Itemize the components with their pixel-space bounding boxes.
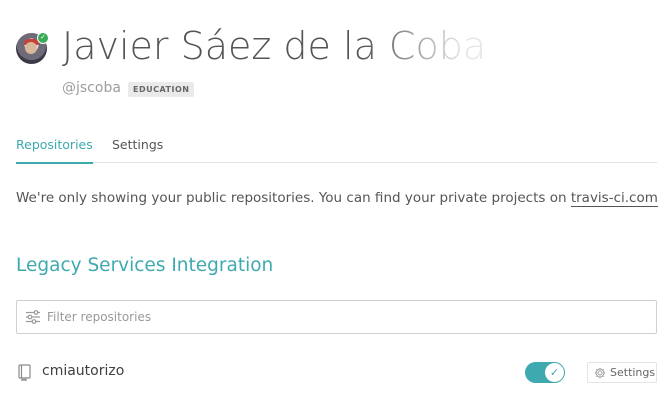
filter-icon [26,310,40,324]
check-icon: ✓ [37,32,49,44]
profile-handle: @jscoba [62,80,121,96]
travis-ci-com-link[interactable]: travis-ci.com [570,190,658,207]
filter-box [16,300,657,334]
repository-name[interactable]: cmiautorizo [42,363,124,379]
profile-tabs: Repositories Settings [16,130,657,164]
filter-repositories-input[interactable] [45,301,645,333]
tab-settings[interactable]: Settings [112,137,163,152]
public-repos-notice: We're only showing your public repositor… [16,190,663,207]
education-badge: EDUCATION [128,82,195,97]
avatar-face [25,42,37,54]
gear-icon [594,367,606,379]
profile-name: Javier Sáez de la Coba [62,24,487,68]
repository-active-toggle[interactable]: ✓ [525,362,565,383]
repository-icon [18,364,31,381]
repository-settings-button[interactable]: Settings [587,362,657,383]
repository-settings-label: Settings [610,366,656,379]
avatar[interactable]: ✓ [16,32,49,64]
check-icon: ✓ [545,363,564,382]
notice-text: We're only showing your public repositor… [16,190,567,206]
section-title: Legacy Services Integration [16,255,274,276]
repository-row: cmiautorizo ✓ Settings [16,356,657,390]
tab-repositories[interactable]: Repositories [16,137,93,164]
